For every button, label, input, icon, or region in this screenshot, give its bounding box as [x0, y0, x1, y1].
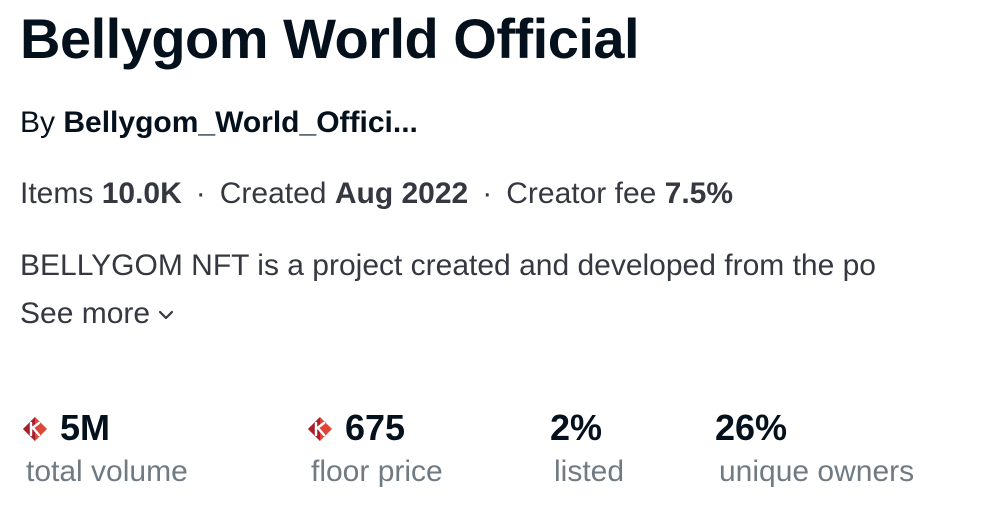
creator-fee-value: 7.5%	[664, 177, 734, 210]
see-more-label: See more	[20, 297, 151, 330]
collection-description: BELLYGOM NFT is a project created and de…	[20, 249, 876, 282]
see-more-button[interactable]: See more	[20, 294, 176, 334]
meta-separator: ·	[195, 177, 206, 210]
listed-label: listed	[554, 455, 625, 488]
items-value: 10.0K	[101, 177, 182, 210]
floor-price-value: 675	[345, 407, 406, 448]
stat-total-volume: 5M total volume	[22, 404, 188, 492]
floor-price-label: floor price	[311, 455, 443, 488]
collection-meta: Items 10.0K · Created Aug 2022 · Creator fee…	[20, 174, 733, 214]
collection-header: Bellygom World Official By Bellygom_Worl…	[20, 0, 1000, 518]
stat-listed: 2% listed	[550, 404, 624, 492]
by-prefix: By	[20, 106, 56, 139]
total-volume-label: total volume	[26, 455, 188, 488]
stat-unique-owners: 26% unique owners	[715, 404, 914, 492]
creator-byline: By Bellygom_World_Offici...	[20, 103, 418, 143]
klay-coin-icon	[23, 417, 47, 441]
creator-fee-label: Creator fee	[506, 177, 657, 210]
listed-value: 2%	[550, 407, 603, 448]
unique-owners-value: 26%	[715, 407, 788, 448]
created-label: Created	[219, 177, 327, 210]
stat-floor-price: 675 floor price	[307, 404, 443, 492]
created-value: Aug 2022	[334, 177, 469, 210]
klay-coin-icon	[308, 417, 332, 441]
meta-separator: ·	[482, 177, 493, 210]
unique-owners-label: unique owners	[719, 455, 915, 488]
items-label: Items	[20, 177, 94, 210]
collection-title: Bellygom World Official	[20, 7, 640, 70]
creator-link[interactable]: Bellygom_World_Offici...	[63, 106, 418, 139]
total-volume-value: 5M	[60, 407, 111, 448]
chevron-down-icon	[158, 310, 174, 320]
